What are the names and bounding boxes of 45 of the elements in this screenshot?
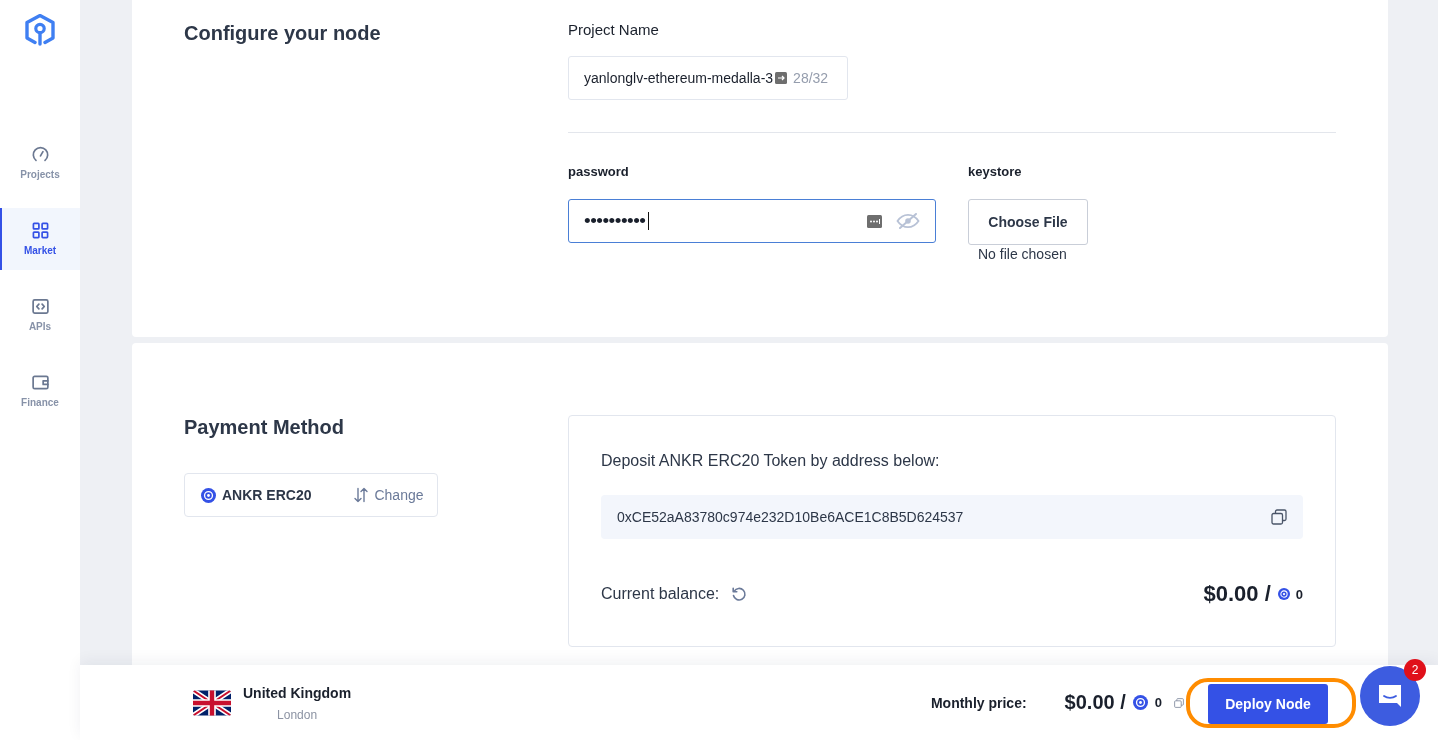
eye-slash-icon: [896, 213, 920, 229]
text-cursor: [647, 212, 649, 230]
logo-icon: [24, 14, 56, 46]
price-amount: $0.00 /: [1064, 691, 1126, 714]
section-title: Payment Method: [184, 415, 345, 439]
file-status: No file chosen: [978, 245, 1067, 263]
price-label: Monthly price:: [930, 694, 1027, 711]
balance-label: Current balance:: [601, 585, 720, 603]
token-name: ANKR ERC20: [222, 487, 312, 503]
copy-icon: [1174, 697, 1184, 708]
uk-flag-icon: [193, 688, 231, 717]
wallet-icon: [31, 373, 49, 391]
wallet-address: 0xCE52aA83780c974e232D10Be6ACE1C8B5D624537: [617, 509, 964, 525]
field-label: keystore: [968, 163, 1022, 181]
nav-item[interactable]: Projects: [0, 132, 80, 194]
swap-arrows-icon: [353, 487, 370, 503]
password-dots-icon: [867, 214, 882, 228]
code-icon: [31, 297, 49, 315]
refresh-icon: [731, 586, 748, 602]
character-count: 28/32: [793, 70, 829, 86]
balance-amount: $0.00 /: [1203, 581, 1271, 607]
field-label: Project Name: [568, 20, 659, 40]
unread-count: 2: [1404, 659, 1426, 681]
token-amount: 0: [1154, 695, 1162, 710]
coin-icon: [1132, 695, 1148, 710]
gauge-icon: [31, 145, 49, 163]
nav-item[interactable]: APIs: [0, 284, 80, 346]
city-name: London: [277, 707, 318, 722]
field-label: password: [568, 163, 629, 181]
coin-icon: [1277, 588, 1290, 600]
project-name-field[interactable]: yanlonglv-ethereum-medalla-3 28/32: [568, 56, 848, 100]
nav-item[interactable]: Finance: [0, 360, 80, 422]
change-button[interactable]: Change: [353, 487, 424, 503]
country-name: United Kingdom: [243, 683, 352, 702]
coin-icon: [201, 487, 216, 503]
section-title: Configure your node: [184, 21, 381, 45]
password-field[interactable]: ••••••••••: [568, 199, 936, 243]
deposit-instructions: Deposit ANKR ERC20 Token by address below:: [601, 451, 941, 471]
copy-icon: [1271, 509, 1287, 525]
token-amount: 0: [1295, 586, 1303, 602]
nav-item[interactable]: Market: [0, 208, 80, 270]
grid-icon: [31, 221, 49, 239]
deploy-button[interactable]: Deploy Node: [1208, 683, 1328, 724]
choose-file-button[interactable]: Choose File: [968, 199, 1088, 245]
arrow-box-icon: [775, 72, 788, 84]
